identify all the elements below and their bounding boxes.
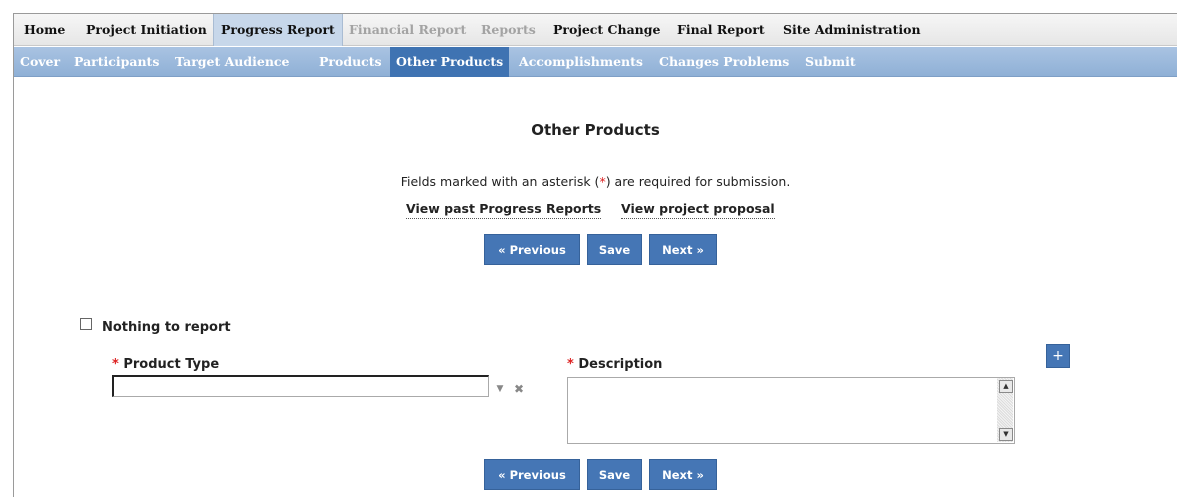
product-type-label-text: Product Type bbox=[123, 357, 220, 372]
nothing-to-report-label: Nothing to report bbox=[102, 320, 231, 335]
view-project-proposal-link[interactable]: View project proposal bbox=[621, 201, 775, 219]
description-label: * Description bbox=[567, 357, 662, 372]
sub-nav: Cover Participants Target Audience Produ… bbox=[14, 47, 1177, 77]
save-button-top[interactable]: Save bbox=[587, 234, 642, 265]
sub-nav-submit[interactable]: Submit bbox=[805, 47, 856, 77]
product-type-required-asterisk: * bbox=[112, 357, 119, 372]
top-nav-progress-report[interactable]: Progress Report bbox=[213, 14, 343, 46]
top-nav: Home Project Initiation Progress Report … bbox=[14, 14, 1177, 46]
sub-nav-target-audience[interactable]: Target Audience bbox=[175, 47, 290, 77]
required-fields-note: Fields marked with an asterisk (*) are r… bbox=[14, 174, 1177, 189]
sub-nav-accomplishments[interactable]: Accomplishments bbox=[519, 47, 643, 77]
add-product-button[interactable]: + bbox=[1046, 344, 1070, 368]
scroll-down-icon[interactable]: ▼ bbox=[999, 428, 1013, 441]
description-textarea[interactable] bbox=[567, 377, 1015, 444]
previous-button-bottom[interactable]: « Previous bbox=[484, 459, 580, 490]
page-title: Other Products bbox=[531, 121, 660, 139]
top-nav-home[interactable]: Home bbox=[24, 14, 65, 46]
nothing-to-report-checkbox[interactable] bbox=[80, 318, 92, 330]
required-note-text-before: Fields marked with an asterisk ( bbox=[400, 174, 600, 189]
view-past-progress-reports-link[interactable]: View past Progress Reports bbox=[406, 201, 602, 219]
description-required-asterisk: * bbox=[567, 357, 574, 372]
top-nav-project-change[interactable]: Project Change bbox=[553, 14, 660, 46]
required-note-text-after: ) are required for submission. bbox=[605, 174, 791, 189]
top-nav-final-report[interactable]: Final Report bbox=[677, 14, 765, 46]
next-button-bottom[interactable]: Next » bbox=[649, 459, 717, 490]
save-button-bottom[interactable]: Save bbox=[587, 459, 642, 490]
previous-button-top[interactable]: « Previous bbox=[484, 234, 580, 265]
sub-nav-other-products[interactable]: Other Products bbox=[390, 47, 510, 77]
sub-nav-products[interactable]: Products bbox=[319, 47, 382, 77]
top-nav-financial-report: Financial Report bbox=[349, 22, 467, 37]
product-type-combobox[interactable] bbox=[112, 375, 489, 397]
app-frame: Home Project Initiation Progress Report … bbox=[13, 13, 1177, 497]
clear-icon[interactable]: ✖ bbox=[512, 382, 526, 396]
sub-nav-cover[interactable]: Cover bbox=[20, 47, 60, 77]
sub-nav-changes-problems[interactable]: Changes Problems bbox=[659, 47, 789, 77]
chevron-down-icon[interactable]: ▼ bbox=[494, 383, 506, 395]
product-type-label: * Product Type bbox=[112, 357, 219, 372]
top-nav-site-administration[interactable]: Site Administration bbox=[783, 14, 921, 46]
top-nav-project-initiation[interactable]: Project Initiation bbox=[86, 14, 207, 46]
description-label-text: Description bbox=[578, 357, 663, 372]
next-button-top[interactable]: Next » bbox=[649, 234, 717, 265]
scroll-up-icon[interactable]: ▲ bbox=[999, 380, 1013, 393]
top-nav-reports: Reports bbox=[481, 22, 536, 37]
sub-nav-participants[interactable]: Participants bbox=[74, 47, 159, 77]
